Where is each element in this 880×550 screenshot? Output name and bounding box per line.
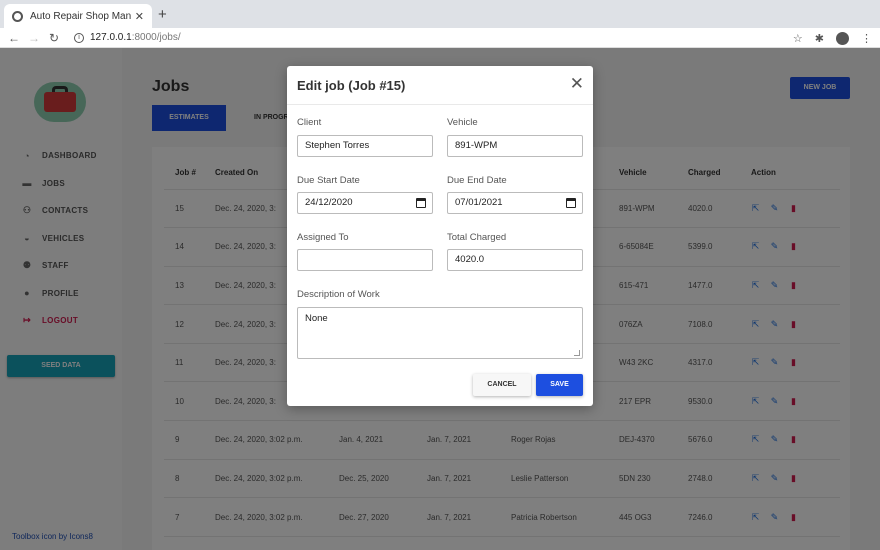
close-icon[interactable]: ✕ — [570, 75, 584, 92]
new-tab-button[interactable]: + — [158, 6, 167, 23]
modal-header: Edit job (Job #15) ✕ — [287, 66, 593, 105]
tab-close-icon[interactable]: ✕ — [135, 10, 144, 23]
back-icon[interactable]: ← — [8, 31, 20, 45]
address-bar: ← → ↻ i 127.0.0.1:8000/jobs/ ☆ ✱ ⋮ — [0, 28, 880, 48]
url-host: 127.0.0.1 — [90, 32, 132, 43]
edit-job-modal: Edit job (Job #15) ✕ Client Stephen Torr… — [287, 66, 593, 406]
vehicle-label: Vehicle — [447, 117, 478, 128]
assigned-to-label: Assigned To — [297, 232, 349, 243]
cancel-button[interactable]: CANCEL — [473, 374, 531, 396]
client-field[interactable]: Stephen Torres — [297, 135, 433, 157]
due-end-date-field[interactable]: 07/01/2021 — [447, 192, 583, 214]
description-textarea[interactable]: None — [297, 307, 583, 359]
description-label: Description of Work — [297, 289, 380, 300]
modal-title: Edit job (Job #15) — [297, 78, 406, 93]
forward-icon[interactable]: → — [28, 31, 40, 45]
bookmark-star-icon[interactable]: ☆ — [793, 32, 803, 45]
calendar-icon[interactable] — [416, 198, 426, 208]
due-end-value: 07/01/2021 — [455, 197, 503, 208]
total-charged-label: Total Charged — [447, 232, 507, 243]
extensions-icon[interactable]: ✱ — [815, 32, 824, 45]
url-path: :8000/jobs/ — [131, 32, 181, 43]
description-value: None — [305, 313, 328, 324]
browser-tab-bar: Auto Repair Shop Manager ✕ + — [0, 0, 880, 28]
due-end-label: Due End Date — [447, 175, 507, 186]
client-label: Client — [297, 117, 322, 128]
reload-icon[interactable]: ↻ — [48, 31, 60, 45]
info-icon[interactable]: i — [74, 32, 84, 43]
due-start-value: 24/12/2020 — [305, 197, 353, 208]
globe-icon — [12, 10, 23, 22]
assigned-to-field[interactable] — [297, 249, 433, 271]
due-start-label: Due Start Date — [297, 175, 360, 186]
calendar-icon[interactable] — [566, 198, 576, 208]
save-button[interactable]: SAVE — [536, 374, 583, 396]
total-charged-field[interactable]: 4020.0 — [447, 249, 583, 271]
browser-menu-icon[interactable]: ⋮ — [861, 32, 872, 45]
url-field[interactable]: 127.0.0.1:8000/jobs/ — [90, 32, 181, 43]
vehicle-field[interactable]: 891-WPM — [447, 135, 583, 157]
resize-handle[interactable] — [574, 350, 580, 356]
browser-tab[interactable]: Auto Repair Shop Manager ✕ — [4, 4, 152, 28]
browser-tab-title: Auto Repair Shop Manager — [30, 10, 131, 22]
due-start-date-field[interactable]: 24/12/2020 — [297, 192, 433, 214]
profile-avatar-icon[interactable] — [836, 31, 849, 45]
